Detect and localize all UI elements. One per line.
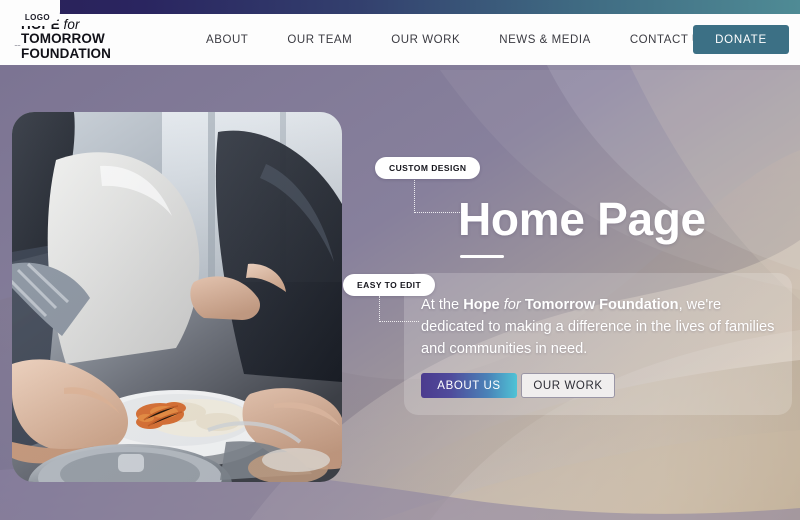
para-brand-for: for xyxy=(499,297,525,313)
brand-dots-icon: .... xyxy=(14,37,21,48)
donate-button[interactable]: DONATE xyxy=(693,25,789,54)
brand-word-for: for xyxy=(63,16,80,32)
badge-easy-to-edit: EASY TO EDIT xyxy=(343,274,436,296)
badge-custom-design-label: CUSTOM DESIGN xyxy=(389,163,467,173)
logo-placeholder-tab: LOGO xyxy=(0,0,60,26)
title-underline-accent xyxy=(460,255,504,258)
nav-item-our-team[interactable]: OUR TEAM xyxy=(287,28,352,52)
brand-word-tomorrow: TOMORROW xyxy=(21,31,105,47)
brand-word-foundation: FOUNDATION xyxy=(21,45,112,61)
badge-custom-design: CUSTOM DESIGN xyxy=(375,157,481,179)
badge-connector-easy-to-edit xyxy=(379,296,419,322)
nav-item-about[interactable]: ABOUT xyxy=(206,28,248,52)
hero-paragraph: At the Hope for Tomorrow Foundation, we'… xyxy=(421,294,776,361)
page-title: Home Page xyxy=(458,193,706,245)
logo-tab-label: LOGO xyxy=(24,13,50,22)
nav-item-our-work[interactable]: OUR WORK xyxy=(391,28,460,52)
hero-page: LOGO .... HOPE for TOMORROW FOUNDATION A… xyxy=(0,0,800,520)
our-work-button[interactable]: OUR WORK xyxy=(521,373,615,398)
hero-photo xyxy=(12,112,342,482)
para-brand-hope: Hope xyxy=(463,297,500,313)
about-us-button[interactable]: ABOUT US xyxy=(421,373,517,398)
para-lead: At the xyxy=(421,297,464,313)
nav-item-news-media[interactable]: NEWS & MEDIA xyxy=(499,28,591,52)
para-brand-tomorrow-foundation: Tomorrow Foundation xyxy=(524,297,679,313)
badge-connector-custom-design xyxy=(414,180,462,213)
badge-easy-to-edit-label: EASY TO EDIT xyxy=(357,280,422,290)
primary-nav: ABOUT OUR TEAM OUR WORK NEWS & MEDIA CON… xyxy=(206,28,748,52)
navbar: .... HOPE for TOMORROW FOUNDATION ABOUT … xyxy=(0,14,800,65)
